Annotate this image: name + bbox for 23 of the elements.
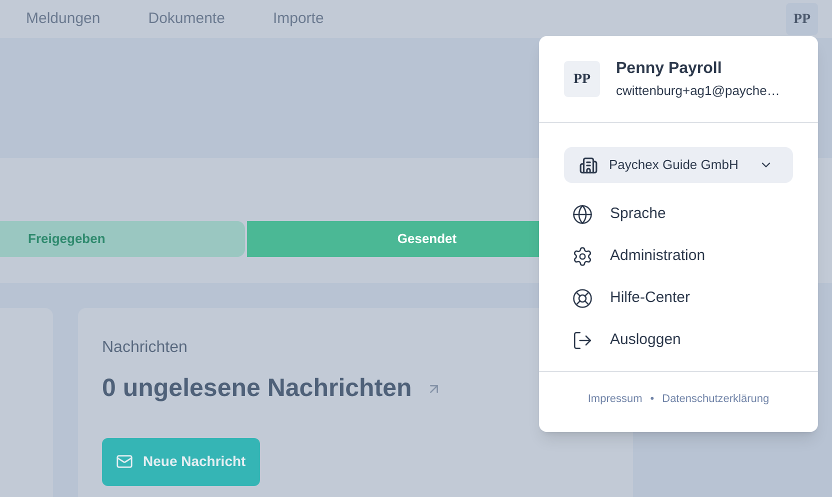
user-name: Penny Payroll: [616, 59, 723, 80]
nav-link[interactable]: Importe: [272, 8, 324, 30]
globe-icon: [572, 204, 593, 224]
menu-item[interactable]: Hilfe-Center: [564, 277, 793, 319]
avatar-button[interactable]: PP: [786, 3, 818, 35]
new-message-button[interactable]: Neue Nachricht: [102, 438, 260, 486]
logout-icon: [572, 330, 593, 350]
user-avatar: PP: [564, 61, 600, 97]
menu-item[interactable]: Ausloggen: [564, 319, 793, 361]
lifebuoy-icon: [572, 288, 593, 308]
unread-count: 0 ungelesene Nachrichten: [102, 373, 412, 404]
user-email: cwittenburg+ag1@payche…: [616, 82, 780, 100]
separator-dot: •: [650, 392, 654, 408]
footer-link[interactable]: Datenschutzerklärung: [662, 391, 770, 408]
company-select[interactable]: Paychex Guide GmbH: [564, 147, 793, 183]
nav-link[interactable]: Meldungen: [26, 8, 100, 30]
mail-icon: [116, 453, 133, 470]
building-icon: [579, 156, 598, 174]
settings-icon: [572, 246, 593, 266]
status-step: Freigegeben: [0, 221, 245, 257]
footer-link[interactable]: Impressum: [588, 391, 642, 408]
card-title: Nachrichten: [102, 338, 188, 358]
nav-link[interactable]: Dokumente: [148, 8, 225, 30]
